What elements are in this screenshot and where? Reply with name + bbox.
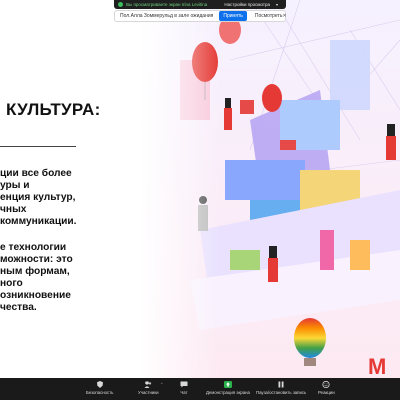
slide-text-line: коммуникации. <box>0 216 77 227</box>
reactions-label: Реакции <box>318 390 335 395</box>
sharing-status-icon <box>118 2 123 7</box>
slide-text-line: чных <box>0 204 27 215</box>
security-button[interactable]: Безопасность <box>86 381 113 395</box>
waiting-room-notification: Пол.Алла Зоммерульд в зале ожидания Прин… <box>114 10 287 22</box>
share-screen-icon <box>223 381 232 388</box>
caret-up-icon[interactable]: ^ <box>161 382 163 386</box>
pause-recording-label: Пауза/остановить запись <box>256 390 307 395</box>
slide-text-line: ного <box>0 278 23 289</box>
slide-title: КУЛЬТУРА: <box>6 100 101 119</box>
view-button[interactable]: Посмотреть <box>255 13 283 19</box>
slide-text-line: можности: это <box>0 254 73 265</box>
slide-text-line: ции все более <box>0 168 72 179</box>
slide-text-line: енция культур, <box>0 192 76 203</box>
viewing-screen-text: Вы просматриваете экран Irina Levitina <box>126 2 208 7</box>
security-label: Безопасность <box>86 390 114 395</box>
participants-label: Участники <box>138 390 159 395</box>
chat-icon <box>180 381 188 388</box>
participants-count: 65 <box>145 381 150 385</box>
admit-button[interactable]: Принять <box>219 11 247 21</box>
slide-text-line: е технологии <box>0 242 67 253</box>
smiley-icon <box>322 381 330 388</box>
share-screen-label: Демонстрация экрана <box>206 390 250 395</box>
pause-recording-button[interactable]: Пауза/остановить запись <box>256 381 306 395</box>
screen-share-banner: Вы просматриваете экран Irina Levitina Н… <box>114 0 286 9</box>
slide-illustration: M <box>0 0 400 378</box>
shared-screen: M КУЛЬТУРА: ции все более уры и енция ку… <box>0 0 400 378</box>
pause-icon <box>278 381 284 388</box>
slide-text-line: уры и <box>0 180 30 191</box>
participants-button[interactable]: 65 ^ Участники <box>138 381 163 395</box>
share-screen-button[interactable]: Демонстрация экрана <box>206 381 250 395</box>
slide-text-line: чества. <box>0 302 37 313</box>
shield-icon <box>96 381 103 388</box>
chat-button[interactable]: Чат <box>180 381 188 395</box>
reactions-button[interactable]: Реакции <box>318 381 335 395</box>
waiting-room-message: Пол.Алла Зоммерульд в зале ожидания <box>120 13 214 19</box>
meeting-toolbar: Безопасность 65 ^ Участники Чат Демонстр… <box>0 378 400 400</box>
chevron-down-icon[interactable]: ▾ <box>276 2 278 7</box>
slide-text-line: ным формам, <box>0 266 70 277</box>
slide-text-line: озникновение <box>0 290 71 301</box>
chat-label: Чат <box>180 390 188 395</box>
view-options-button[interactable]: Настройки просмотра <box>224 2 270 7</box>
close-icon[interactable]: ✕ <box>282 13 286 19</box>
title-divider <box>0 146 76 147</box>
